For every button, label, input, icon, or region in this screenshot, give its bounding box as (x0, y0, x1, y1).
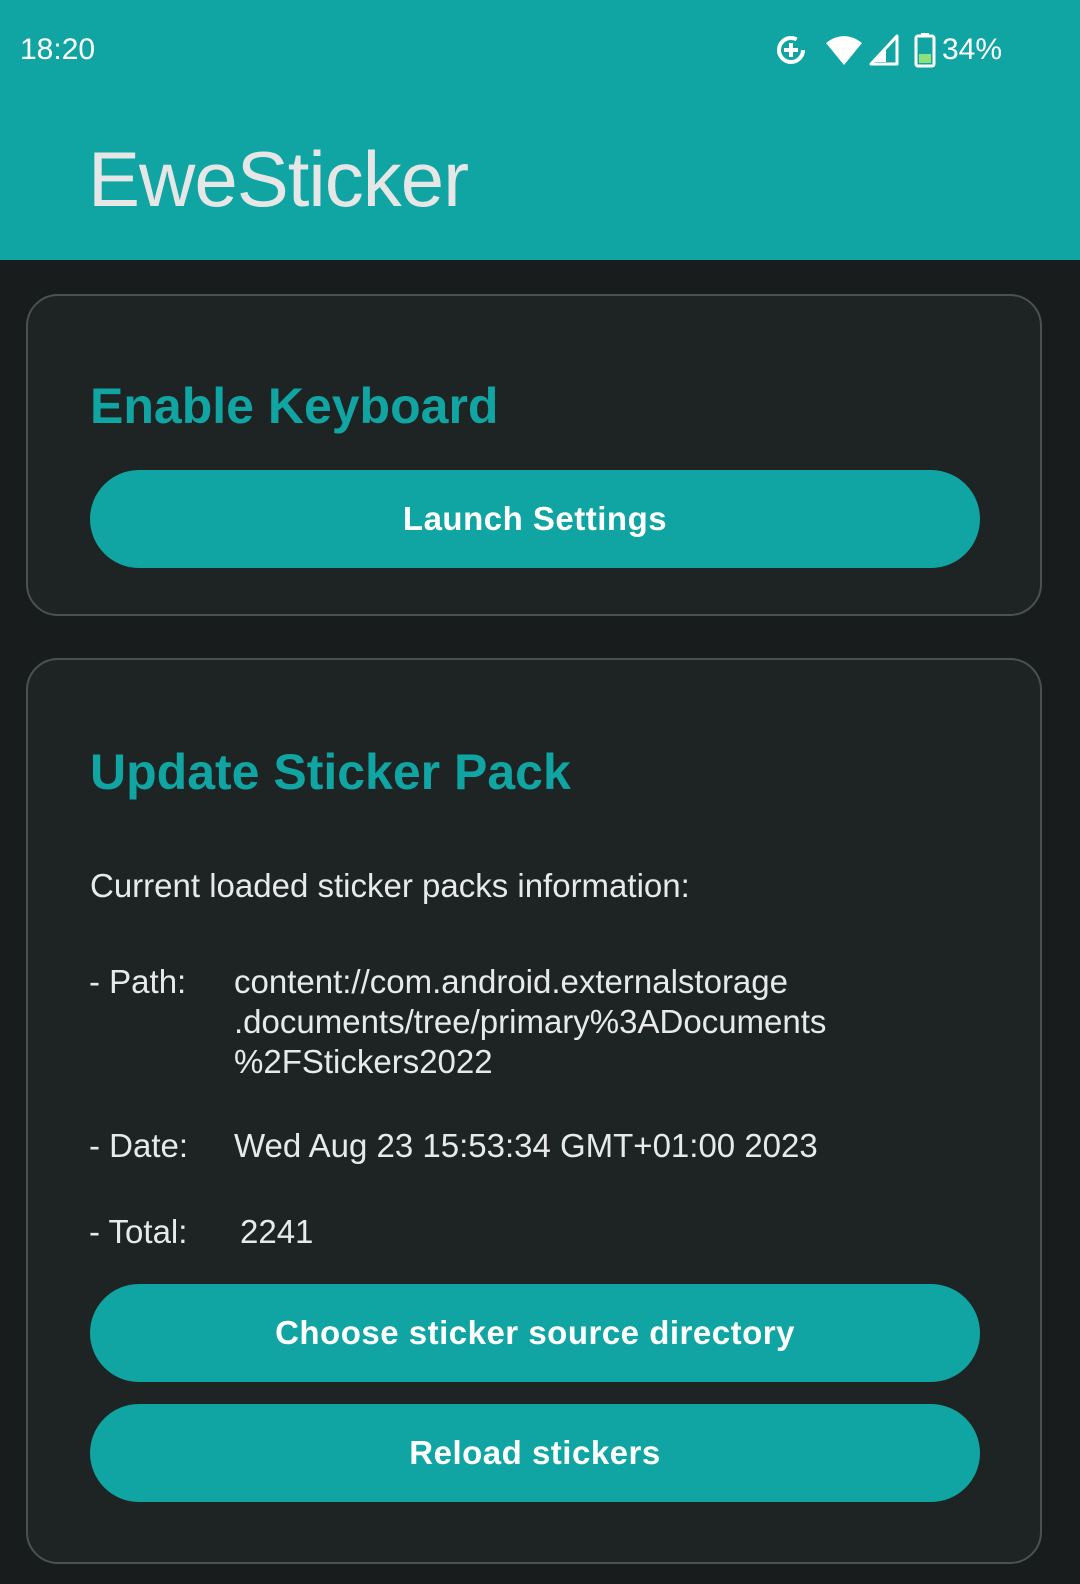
reload-stickers-button[interactable]: Reload stickers (90, 1404, 980, 1502)
data-saver-icon (774, 33, 808, 67)
path-value: content://com.android.externalstorage .d… (234, 962, 954, 1082)
status-time: 18:20 (20, 33, 96, 66)
path-line: %2FStickers2022 (234, 1043, 493, 1080)
app-title: EweSticker (88, 135, 469, 223)
date-value: Wed Aug 23 15:53:34 GMT+01:00 2023 (234, 1127, 818, 1164)
path-line: content://com.android.externalstorage (234, 963, 788, 1000)
total-value: 2241 (240, 1213, 314, 1250)
wifi-icon (824, 33, 864, 67)
date-label: - Date: (89, 1127, 189, 1164)
pack-info-intro: Current loaded sticker packs information… (90, 867, 690, 904)
path-label: - Path: (89, 963, 187, 1000)
enable-keyboard-card: Enable Keyboard Launch Settings (26, 294, 1042, 616)
cell-signal-icon (868, 33, 900, 67)
update-sticker-pack-title: Update Sticker Pack (90, 744, 571, 800)
total-label: - Total: (89, 1213, 188, 1250)
enable-keyboard-title: Enable Keyboard (90, 378, 499, 434)
status-icons: 34% (774, 30, 1002, 70)
update-sticker-pack-card: Update Sticker Pack Current loaded stick… (26, 658, 1042, 1564)
battery-icon (914, 32, 936, 68)
launch-settings-button[interactable]: Launch Settings (90, 470, 980, 568)
choose-directory-button[interactable]: Choose sticker source directory (90, 1284, 980, 1382)
battery-percent: 34% (941, 33, 1002, 66)
app-bar: 18:20 34% EweSticker (0, 0, 1080, 260)
path-line: .documents/tree/primary%3ADocuments (234, 1003, 827, 1040)
status-bar: 18:20 34% (0, 0, 1080, 100)
